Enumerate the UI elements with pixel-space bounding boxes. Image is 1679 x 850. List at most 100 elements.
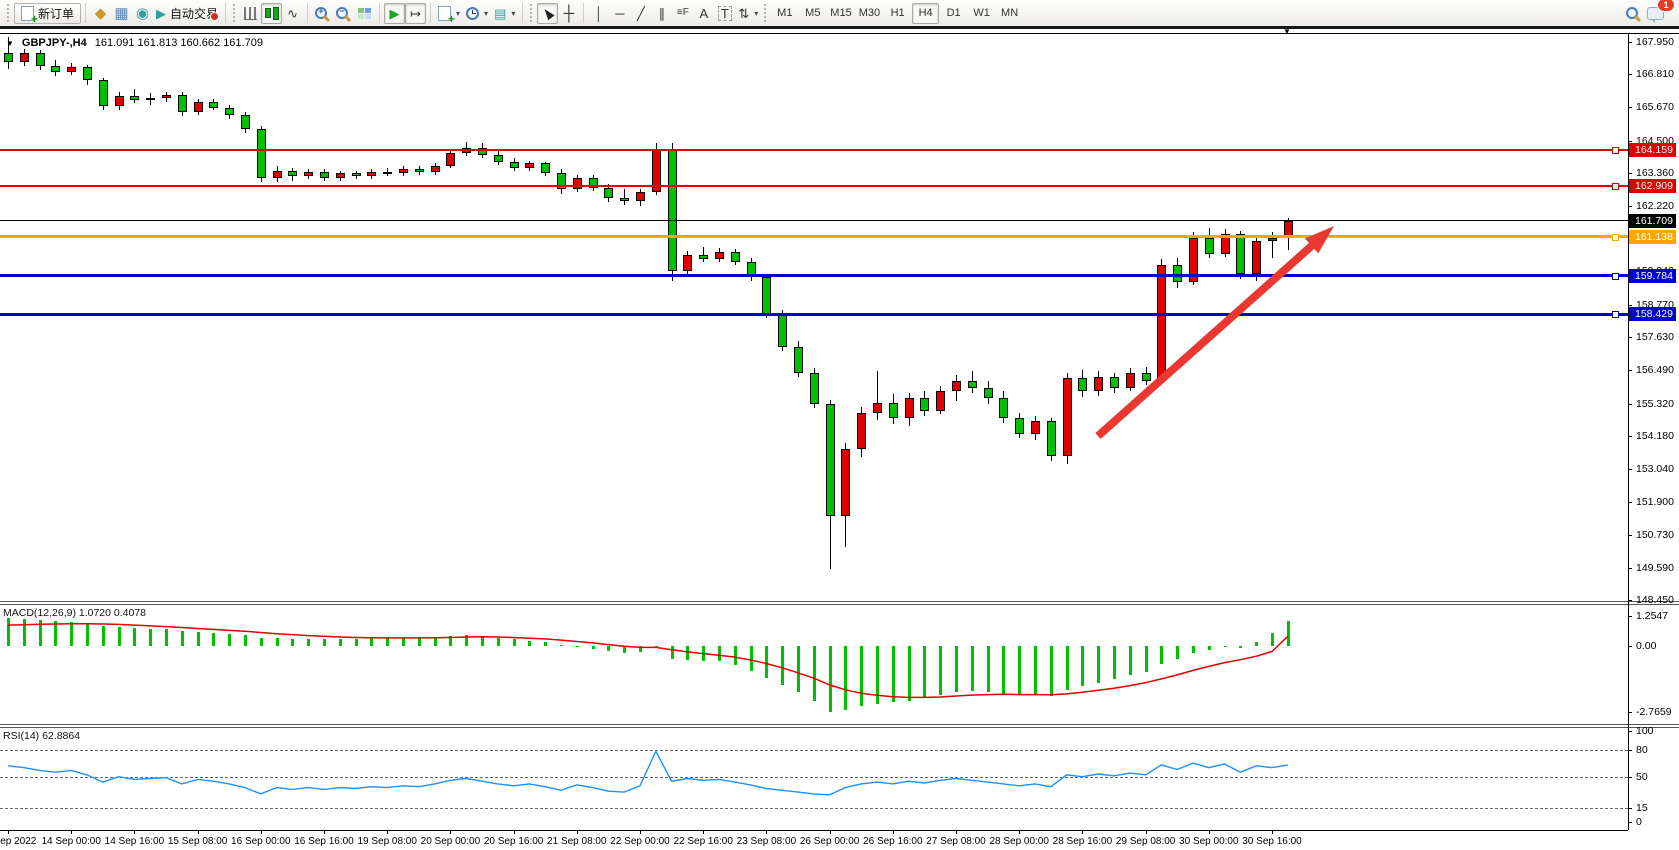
indicators-button[interactable]: + ▾ xyxy=(435,3,463,24)
navigator-button[interactable]: ◉ xyxy=(132,3,153,24)
text-label-tool-button[interactable]: T xyxy=(714,3,735,24)
time-tick xyxy=(830,830,831,834)
macd-histogram-bar xyxy=(592,646,595,649)
new-order-button[interactable]: + 新订单 xyxy=(14,3,81,24)
horizontal-line-tool-button[interactable]: ─ xyxy=(609,3,630,24)
search-button[interactable] xyxy=(1623,3,1644,24)
candle-body xyxy=(241,115,250,129)
macd-histogram-bar xyxy=(765,646,768,678)
bar-chart-button[interactable] xyxy=(240,3,261,24)
pane-separator[interactable] xyxy=(0,724,1679,725)
line-handle[interactable] xyxy=(1612,147,1619,154)
line-handle[interactable] xyxy=(1612,234,1619,241)
pane-separator[interactable] xyxy=(0,601,1679,602)
periods-button[interactable]: ▾ xyxy=(463,3,491,24)
data-window-button[interactable]: ▦ xyxy=(111,3,132,24)
timeframe-m5[interactable]: M5 xyxy=(799,3,826,24)
new-order-label: 新订单 xyxy=(38,5,74,22)
macd-histogram-bar xyxy=(481,636,484,646)
templates-button[interactable]: ▤ ▾ xyxy=(491,3,518,24)
macd-histogram-bar xyxy=(1176,646,1179,659)
macd-histogram-bar xyxy=(955,646,958,692)
text-tool-button[interactable]: A xyxy=(693,3,714,24)
candle-body xyxy=(1236,234,1245,274)
time-tick xyxy=(514,830,515,834)
candle-body xyxy=(273,171,282,178)
macd-histogram-bar xyxy=(228,634,231,646)
templates-icon: ▤ xyxy=(494,7,506,20)
pane-separator[interactable] xyxy=(0,727,1679,728)
price-badge: 162.909 xyxy=(1629,179,1676,193)
timeframe-m1[interactable]: M1 xyxy=(771,3,798,24)
horizontal-line-object[interactable] xyxy=(0,313,1628,316)
macd-histogram-bar xyxy=(513,639,516,646)
macd-histogram-bar xyxy=(1081,646,1084,686)
price-tick xyxy=(1628,370,1632,371)
timeframe-h1[interactable]: H1 xyxy=(884,3,911,24)
horizontal-line-object[interactable] xyxy=(0,274,1628,277)
macd-histogram-bar xyxy=(671,646,674,659)
tile-windows-icon xyxy=(358,8,371,19)
notifications-button[interactable]: 1 xyxy=(1644,3,1667,24)
arrows-tool-button[interactable]: ⇅ ▾ xyxy=(735,3,761,24)
crosshair-tool-button[interactable]: ┼ xyxy=(558,3,579,24)
macd-tick xyxy=(1628,712,1632,713)
trendline-tool-button[interactable]: ╱ xyxy=(630,3,651,24)
candle-body xyxy=(636,192,645,201)
auto-trading-button[interactable]: ▶ 自动交易 xyxy=(153,3,221,24)
candlestick-chart-button[interactable] xyxy=(261,3,282,24)
toolbar: + 新订单 ◆ ▦ ◉ ▶ 自动交易 ∿ + xyxy=(0,0,1679,26)
timeframe-m15[interactable]: M15 xyxy=(827,3,854,24)
line-chart-icon: ∿ xyxy=(287,7,298,20)
candle-body xyxy=(541,163,550,173)
price-tick-label: 151.900 xyxy=(1636,496,1674,508)
timeframe-d1[interactable]: D1 xyxy=(940,3,967,24)
text-label-icon: T xyxy=(718,6,732,21)
macd-histogram-bar xyxy=(465,635,468,646)
candle-body xyxy=(826,404,835,516)
zoom-out-icon: − xyxy=(336,6,351,21)
equidistant-channel-tool-button[interactable]: ∥ xyxy=(651,3,672,24)
candle-body xyxy=(731,252,740,262)
macd-histogram-bar xyxy=(149,629,152,646)
trend-arrow-shaft[interactable] xyxy=(1098,243,1315,436)
candle-body xyxy=(130,96,139,100)
chart-shift-marker-icon[interactable]: ▼ xyxy=(1283,27,1291,36)
auto-scroll-button[interactable]: ▶ xyxy=(384,3,405,24)
fibonacci-tool-button[interactable]: ≡F xyxy=(672,3,693,24)
timeframe-w1[interactable]: W1 xyxy=(968,3,995,24)
timeframe-h4[interactable]: H4 xyxy=(912,3,939,24)
time-tick-label: 26 Sep 16:00 xyxy=(863,836,923,847)
macd-histogram-bar xyxy=(1097,646,1100,683)
line-chart-button[interactable]: ∿ xyxy=(282,3,303,24)
timeframe-m30[interactable]: M30 xyxy=(856,3,883,24)
macd-histogram-bar xyxy=(23,619,26,646)
zoom-out-button[interactable]: − xyxy=(333,3,354,24)
history-center-button[interactable]: ◆ xyxy=(90,3,111,24)
candle-body xyxy=(794,347,803,373)
vertical-line-tool-button[interactable]: │ xyxy=(588,3,609,24)
price-tick-label: 148.450 xyxy=(1636,594,1674,606)
zoom-in-button[interactable]: + xyxy=(312,3,333,24)
horizontal-line-object[interactable] xyxy=(0,220,1628,221)
macd-histogram-bar xyxy=(260,638,263,646)
collapse-icon[interactable]: ▼ xyxy=(6,39,14,48)
candle-body xyxy=(431,166,440,172)
chart-shift-button[interactable]: ↦ xyxy=(405,3,426,24)
horizontal-line-object[interactable] xyxy=(0,185,1628,187)
line-handle[interactable] xyxy=(1612,273,1619,280)
tile-windows-button[interactable] xyxy=(354,3,375,24)
time-tick xyxy=(1146,830,1147,834)
price-tick-label: 149.590 xyxy=(1636,562,1674,574)
pane-separator[interactable] xyxy=(0,604,1679,605)
time-tick xyxy=(577,830,578,834)
chart-symbol-period: GBPJPY-,H4 xyxy=(22,37,87,49)
line-handle[interactable] xyxy=(1612,311,1619,318)
horizontal-line-object[interactable] xyxy=(0,235,1628,238)
macd-histogram-bar xyxy=(750,646,753,671)
line-handle[interactable] xyxy=(1612,183,1619,190)
horizontal-line-object[interactable] xyxy=(0,149,1628,151)
macd-histogram-bar xyxy=(339,639,342,646)
cursor-tool-button[interactable] xyxy=(537,3,558,24)
timeframe-mn[interactable]: MN xyxy=(996,3,1023,24)
